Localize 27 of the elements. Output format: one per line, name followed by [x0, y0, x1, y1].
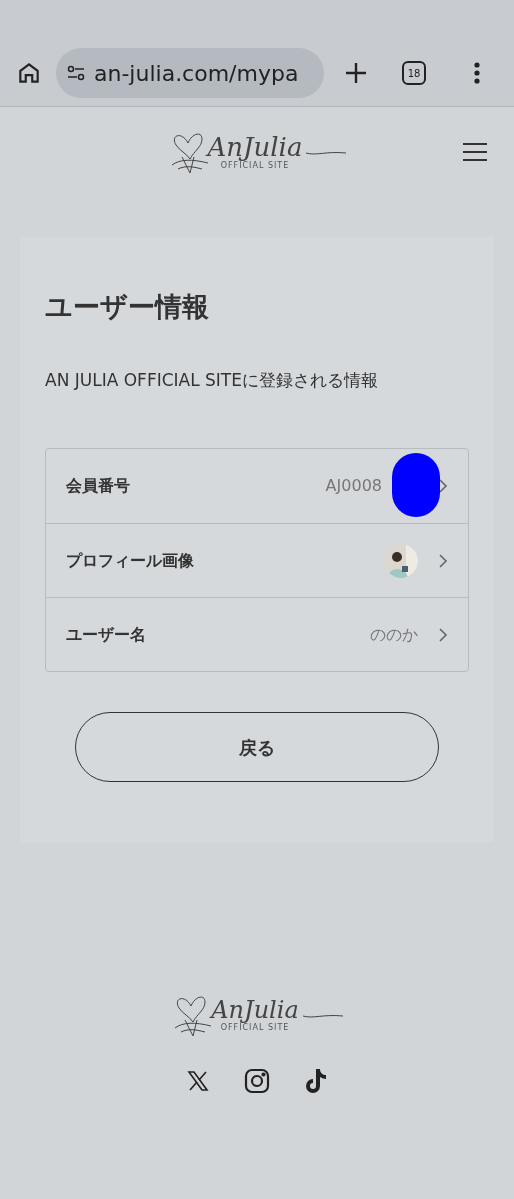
logo-wordmark: AnJulia	[207, 134, 303, 160]
site-settings-icon[interactable]	[66, 64, 86, 82]
instagram-icon[interactable]	[244, 1068, 270, 1094]
url-text: an-julia.com/mypa	[94, 59, 299, 88]
logo-tagline: OFFICIAL SITE	[220, 1024, 290, 1032]
row-value: ののか	[370, 624, 418, 644]
row-label: 会員番号	[66, 475, 130, 497]
more-menu-icon[interactable]	[474, 61, 480, 85]
home-icon[interactable]	[16, 60, 42, 86]
menu-icon[interactable]	[463, 142, 487, 162]
logo-tagline: OFFICIAL SITE	[220, 162, 290, 170]
tab-count[interactable]: 18	[402, 61, 426, 85]
new-tab-icon[interactable]	[344, 61, 368, 85]
row-label: プロフィール画像	[66, 549, 194, 572]
page-title: ユーザー情報	[45, 290, 210, 324]
info-row[interactable]: ユーザー名 ののか	[46, 597, 468, 671]
chevron-right-icon	[438, 626, 448, 643]
address-bar[interactable]: an-julia.com/mypa	[56, 48, 324, 98]
info-row[interactable]: 会員番号 AJ0008	[46, 449, 468, 523]
row-value: AJ0008	[325, 476, 382, 495]
page-description: AN JULIA OFFICIAL SITEに登録される情報	[45, 368, 379, 392]
tiktok-icon[interactable]	[304, 1068, 328, 1094]
row-label: ユーザー名	[66, 623, 146, 646]
x-logo-icon[interactable]	[186, 1069, 210, 1093]
chevron-right-icon	[438, 478, 448, 494]
info-row[interactable]: プロフィール画像	[46, 523, 468, 597]
chevron-right-icon	[438, 552, 448, 569]
